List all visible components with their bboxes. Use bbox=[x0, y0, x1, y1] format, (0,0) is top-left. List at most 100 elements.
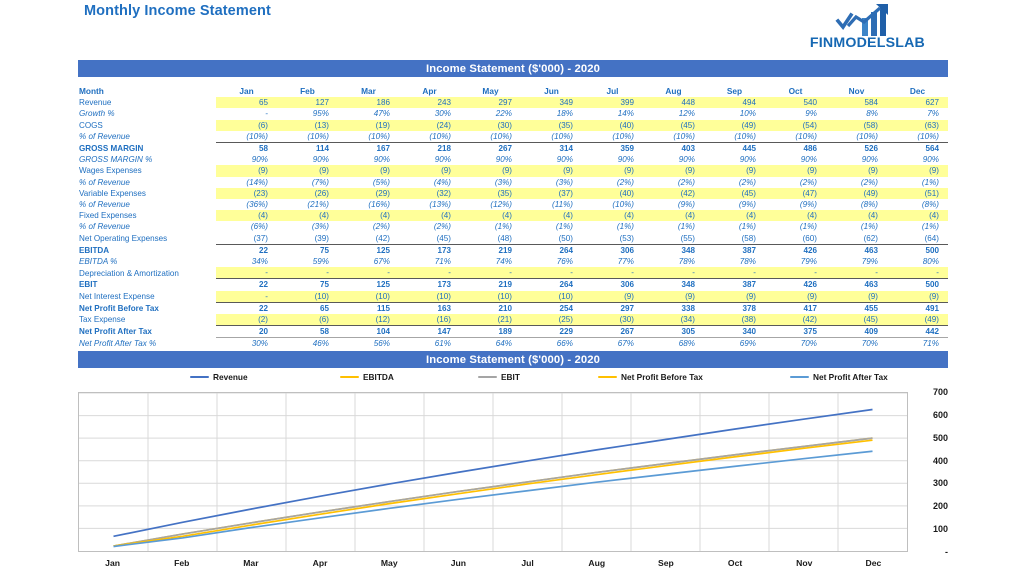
row-label: EBITDA bbox=[79, 245, 110, 255]
chart-canvas bbox=[79, 393, 907, 551]
table-cell: (55) bbox=[680, 233, 695, 243]
table-cell: (35) bbox=[460, 187, 521, 200]
table-cell: (10%) bbox=[917, 131, 939, 141]
table-cell: 264 bbox=[521, 278, 582, 291]
table-cell: (4) bbox=[277, 210, 338, 222]
table-cell: (6) bbox=[216, 119, 277, 131]
table-cell: (42) bbox=[643, 187, 704, 200]
table-cell: 387 bbox=[704, 278, 765, 291]
table-cell: (1%) bbox=[860, 222, 878, 232]
table-cell: (1%) bbox=[494, 222, 512, 232]
table-cell: (10%) bbox=[246, 131, 268, 141]
table-header-month-aug: Aug bbox=[665, 86, 682, 96]
row-label: % of Revenue bbox=[79, 177, 130, 187]
table-cell: 115 bbox=[338, 301, 399, 315]
table-cell: 46% bbox=[312, 339, 329, 349]
x-axis-tick-label: Jul bbox=[521, 558, 534, 568]
y-axis-tick-label: 500 bbox=[932, 432, 948, 443]
table-cell: 340 bbox=[704, 325, 765, 339]
table-cell: 426 bbox=[765, 243, 826, 257]
table-cell: - bbox=[643, 267, 704, 279]
table-cell: 90% bbox=[678, 155, 695, 165]
legend-label: EBIT bbox=[501, 372, 520, 382]
table-cell: (9) bbox=[582, 165, 643, 177]
table-cell: 243 bbox=[399, 97, 460, 109]
table-cell: (4) bbox=[826, 210, 887, 222]
table-cell: 34% bbox=[251, 257, 268, 267]
table-header-month-nov: Nov bbox=[848, 86, 865, 96]
table-cell: (3%) bbox=[311, 222, 329, 232]
table-cell: (2%) bbox=[799, 177, 817, 187]
chart-plot-area bbox=[78, 392, 908, 552]
table-cell: (39) bbox=[314, 233, 329, 243]
page-title: Monthly Income Statement bbox=[84, 3, 271, 19]
table-cell: (9) bbox=[338, 165, 399, 177]
table-cell: 95% bbox=[312, 109, 329, 119]
table-cell: (2%) bbox=[433, 222, 451, 232]
row-label: Net Profit After Tax bbox=[79, 327, 152, 337]
table-cell: (2) bbox=[216, 314, 277, 326]
table-row: Fixed Expenses (4) (4) (4) (4) (4) (4) (4) (4) (4… bbox=[78, 210, 948, 222]
x-axis-tick-label: Dec bbox=[865, 558, 882, 568]
y-axis-tick-label: 600 bbox=[932, 409, 948, 420]
table-cell: 67% bbox=[617, 339, 634, 349]
legend-item-net-profit-before-tax: Net Profit Before Tax bbox=[598, 370, 703, 384]
table-cell: (9) bbox=[643, 290, 704, 303]
chart-legend: Revenue EBITDA EBIT Net Profit Before Tax Ne… bbox=[78, 370, 948, 384]
table-row: Net Profit After Tax % 30% 46% 56% 61% 64% 66%… bbox=[78, 338, 948, 350]
table-cell: (10%) bbox=[856, 131, 878, 141]
table-cell: - bbox=[216, 290, 277, 303]
table-header-month-mar: Mar bbox=[361, 86, 376, 96]
table-cell: (10%) bbox=[429, 131, 451, 141]
table-cell: 75 bbox=[277, 243, 338, 257]
table-cell: (47) bbox=[765, 187, 826, 200]
table-cell: (30) bbox=[582, 314, 643, 326]
table-cell: (10%) bbox=[368, 131, 390, 141]
table-cell: (9%) bbox=[677, 200, 695, 210]
table-cell: (19) bbox=[338, 119, 399, 131]
table-cell: (4) bbox=[765, 210, 826, 222]
row-label: GROSS MARGIN % bbox=[79, 155, 153, 165]
table-cell: (3%) bbox=[494, 177, 512, 187]
table-row: Net Operating Expenses (37) (39) (42) (45) (4… bbox=[78, 233, 948, 245]
page-header: Monthly Income Statement FINMODELSLAB bbox=[0, 0, 1024, 58]
row-label: Net Interest Expense bbox=[79, 291, 155, 301]
table-cell: (50) bbox=[558, 233, 573, 243]
table-header-month-feb: Feb bbox=[300, 86, 315, 96]
table-header-month-apr: Apr bbox=[422, 86, 437, 96]
table-cell: 90% bbox=[251, 155, 268, 165]
table-cell: 22 bbox=[216, 278, 277, 291]
table-cell: (25) bbox=[521, 314, 582, 326]
table-cell: 66% bbox=[556, 339, 573, 349]
table-header-month-jun: Jun bbox=[544, 86, 559, 96]
table-cell: 80% bbox=[922, 257, 939, 267]
legend-item-ebitda: EBITDA bbox=[340, 370, 394, 384]
table-cell: 22% bbox=[495, 109, 512, 119]
table-row: EBITDA % 34% 59% 67% 71% 74% 76% 77% 78% 78% 79% 79… bbox=[78, 256, 948, 267]
table-cell: 229 bbox=[521, 325, 582, 339]
table-cell: 79% bbox=[861, 257, 878, 267]
table-cell: 125 bbox=[338, 278, 399, 291]
table-cell: (10) bbox=[521, 290, 582, 303]
table-cell: (29) bbox=[338, 187, 399, 200]
table-cell: 22 bbox=[216, 301, 277, 315]
table-cell: 90% bbox=[312, 155, 329, 165]
table-cell: - bbox=[216, 267, 277, 279]
row-label: Depreciation & Amortization bbox=[79, 268, 179, 278]
table-cell: (37) bbox=[253, 233, 268, 243]
y-axis-tick-label: 200 bbox=[932, 501, 948, 512]
table-cell: 526 bbox=[826, 142, 887, 155]
table-cell: 378 bbox=[704, 301, 765, 315]
legend-label: Revenue bbox=[213, 372, 248, 382]
table-cell: 163 bbox=[399, 301, 460, 315]
table-cell: 349 bbox=[521, 97, 582, 109]
table-cell: (58) bbox=[741, 233, 756, 243]
table-cell: 264 bbox=[521, 243, 582, 257]
table-cell: (49) bbox=[887, 314, 948, 326]
table-cell: 70% bbox=[800, 339, 817, 349]
x-axis-tick-label: Aug bbox=[588, 558, 606, 568]
y-axis-tick-label: 100 bbox=[932, 524, 948, 535]
legend-item-revenue: Revenue bbox=[190, 370, 248, 384]
y-axis-tick-label: 700 bbox=[932, 387, 948, 397]
y-axis-tick-label: - bbox=[945, 547, 948, 557]
